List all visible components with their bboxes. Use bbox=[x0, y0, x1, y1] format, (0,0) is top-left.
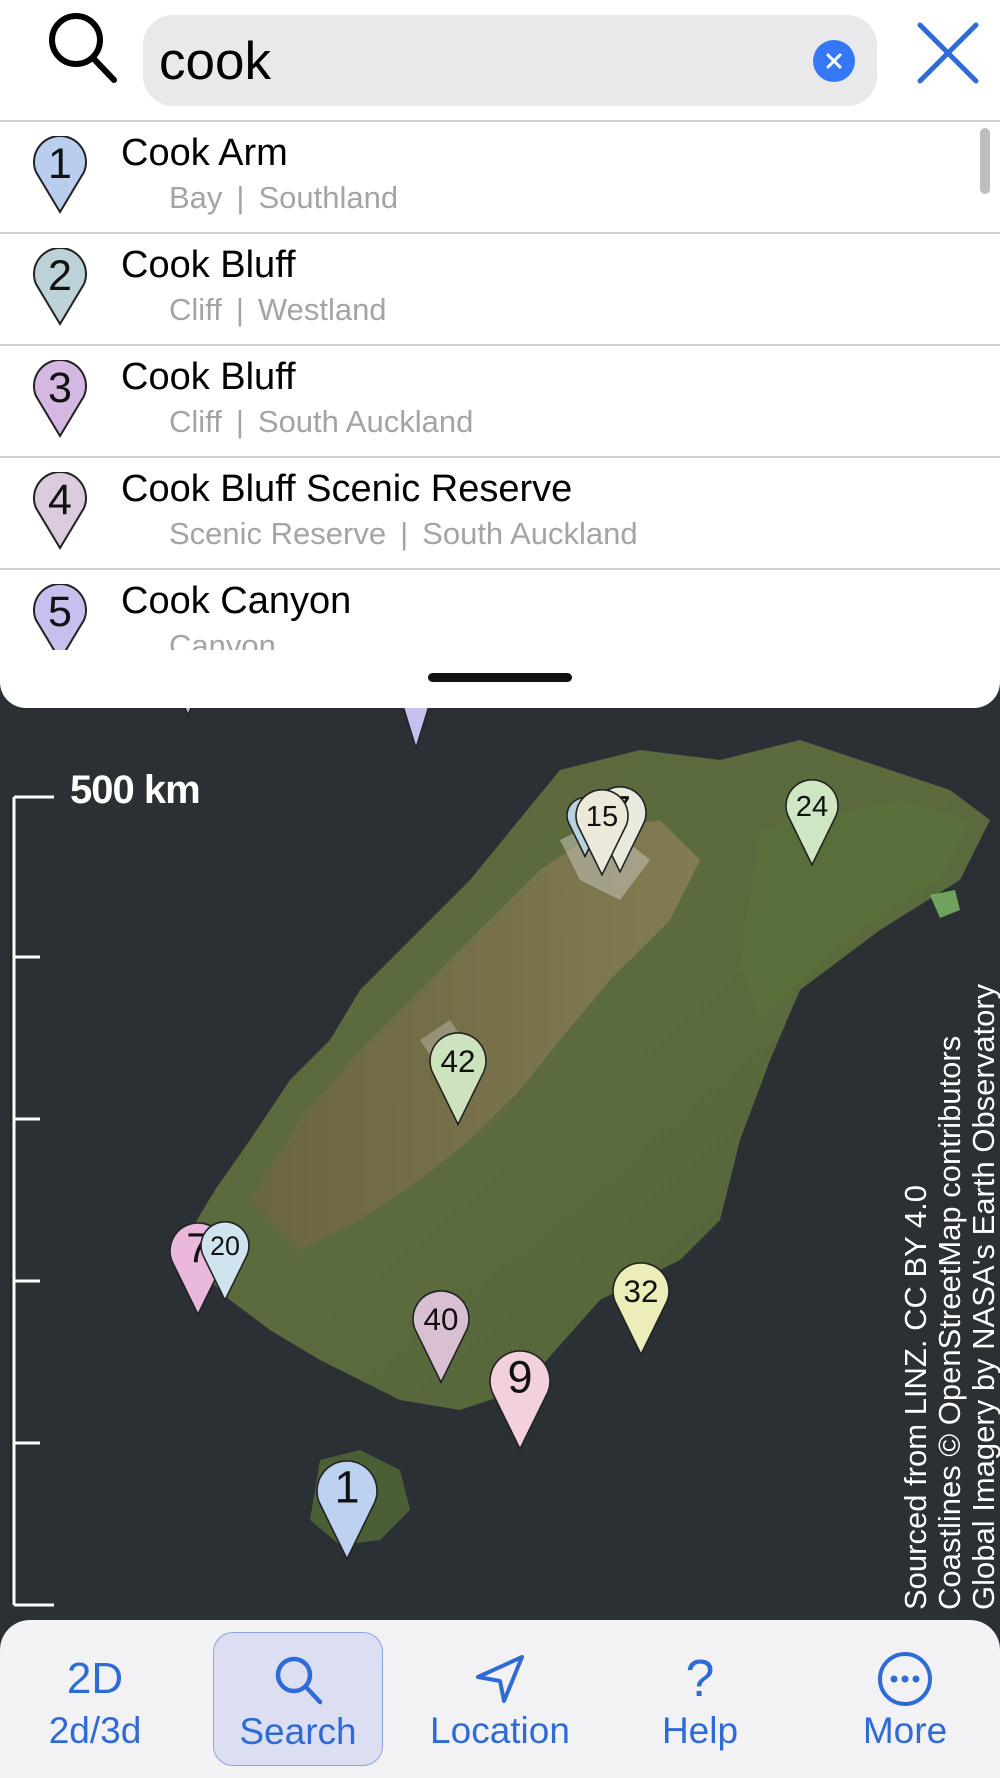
result-number: 3 bbox=[48, 363, 72, 412]
marker-label: 32 bbox=[624, 1274, 659, 1309]
result-title: Cook Canyon bbox=[121, 580, 352, 622]
marker-label: 40 bbox=[424, 1302, 459, 1337]
search-input[interactable] bbox=[157, 15, 801, 108]
close-search-button[interactable] bbox=[913, 18, 983, 88]
result-subtitle: Scenic Reserve | South Auckland bbox=[169, 516, 638, 552]
result-region: Southland bbox=[258, 180, 399, 215]
search-field[interactable] bbox=[143, 15, 877, 108]
search-panel: 1 Cook Arm Bay | Southland 2 Cook Bluff Cl… bbox=[0, 0, 1000, 708]
list-item[interactable]: 3 Cook Bluff Cliff | South Auckland bbox=[0, 346, 1000, 458]
tab-label: Help bbox=[661, 1710, 739, 1751]
search-icon bbox=[263, 1649, 333, 1711]
result-subtitle: Cliff | Westland bbox=[169, 292, 387, 328]
result-type: Cliff bbox=[169, 292, 222, 327]
result-number: 4 bbox=[48, 475, 72, 524]
result-type: Canyon bbox=[169, 628, 276, 650]
tab-bar: 2D 2d/3d Search Location ? Help More bbox=[0, 1620, 1000, 1778]
tab-location[interactable]: Location bbox=[400, 1620, 600, 1778]
list-item[interactable]: 4 Cook Bluff Scenic Reserve Scenic Reser… bbox=[0, 458, 1000, 570]
search-icon[interactable] bbox=[42, 8, 122, 88]
tab-search[interactable]: Search bbox=[213, 1632, 383, 1766]
tab-label: Location bbox=[430, 1710, 570, 1751]
list-item[interactable]: 5 Cook Canyon Canyon bbox=[0, 570, 1000, 650]
tab-more[interactable]: More bbox=[810, 1620, 1000, 1778]
result-title: Cook Bluff bbox=[121, 356, 296, 398]
result-subtitle: Cliff | South Auckland bbox=[169, 404, 473, 440]
marker-label: 9 bbox=[507, 1352, 532, 1403]
result-region: South Auckland bbox=[257, 404, 474, 439]
marker-label: 24 bbox=[796, 791, 828, 823]
clear-search-button[interactable] bbox=[813, 40, 855, 82]
result-type: Scenic Reserve bbox=[169, 516, 387, 551]
list-item[interactable]: 1 Cook Arm Bay | Southland bbox=[0, 122, 1000, 234]
panel-drag-handle[interactable] bbox=[428, 673, 572, 682]
result-number: 1 bbox=[48, 139, 72, 188]
separator: | bbox=[236, 180, 245, 215]
scale-label: 500 km bbox=[70, 768, 201, 812]
tab-label: 2d/3d bbox=[48, 1710, 142, 1751]
results-list[interactable]: 1 Cook Arm Bay | Southland 2 Cook Bluff Cl… bbox=[0, 122, 1000, 650]
marker-label: 1 bbox=[334, 1462, 359, 1513]
result-type: Cliff bbox=[169, 404, 222, 439]
result-number: 5 bbox=[48, 587, 72, 636]
separator: | bbox=[235, 292, 244, 327]
clear-icon bbox=[826, 53, 842, 69]
2d-text-icon: 2D bbox=[66, 1654, 124, 1703]
result-title: Cook Bluff bbox=[121, 244, 296, 286]
tab-label: Search bbox=[239, 1711, 357, 1752]
result-subtitle: Bay | Southland bbox=[169, 180, 398, 216]
question-mark-icon: ? bbox=[685, 1650, 715, 1708]
marker-label: 15 bbox=[586, 801, 618, 833]
tab-2d-3d[interactable]: 2D 2d/3d bbox=[0, 1620, 190, 1778]
tab-help[interactable]: ? Help bbox=[610, 1620, 790, 1778]
separator: | bbox=[400, 516, 409, 551]
list-item[interactable]: 2 Cook Bluff Cliff | Westland bbox=[0, 234, 1000, 346]
result-title: Cook Arm bbox=[121, 132, 288, 174]
location-arrow-icon bbox=[465, 1648, 535, 1710]
result-type: Bay bbox=[169, 180, 223, 215]
search-header bbox=[0, 0, 1000, 120]
separator: | bbox=[235, 404, 244, 439]
marker-label: 42 bbox=[441, 1044, 476, 1079]
tab-label: More bbox=[862, 1710, 948, 1751]
marker-label: 20 bbox=[210, 1231, 240, 1261]
result-title: Cook Bluff Scenic Reserve bbox=[121, 468, 573, 510]
result-region: South Auckland bbox=[422, 516, 638, 551]
result-region: Westland bbox=[257, 292, 387, 327]
result-number: 2 bbox=[48, 251, 72, 300]
result-subtitle: Canyon bbox=[169, 628, 276, 650]
scroll-indicator[interactable] bbox=[980, 128, 990, 194]
ellipsis-circle-icon bbox=[870, 1648, 940, 1710]
